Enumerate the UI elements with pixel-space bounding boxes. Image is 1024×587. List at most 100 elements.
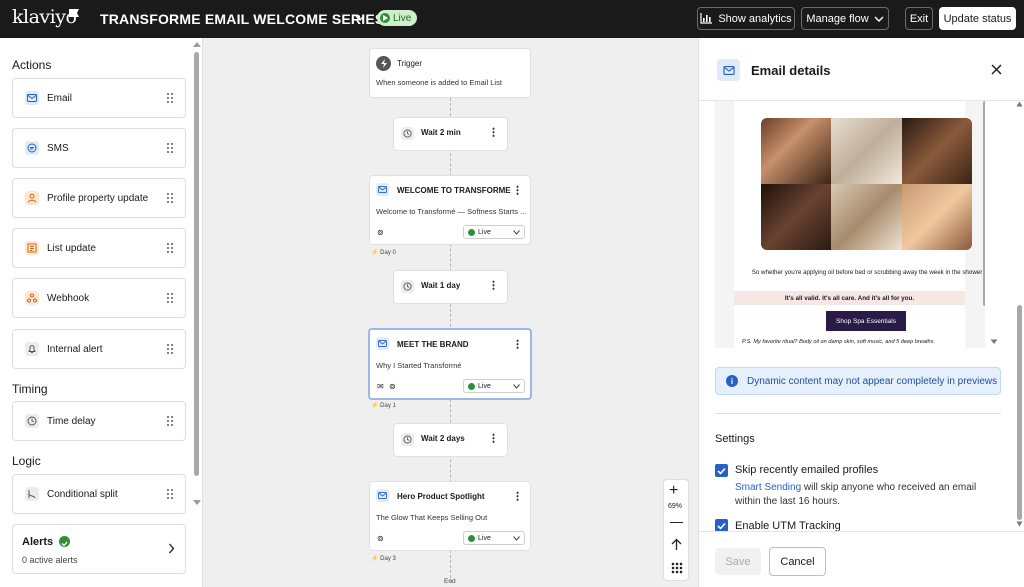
list-icon — [25, 241, 39, 255]
drag-handle-icon[interactable] — [166, 415, 174, 427]
zoom-out-icon[interactable] — [670, 522, 683, 524]
sidebar-item-webhook[interactable]: Webhook — [12, 278, 186, 318]
sidebar-item-sms[interactable]: SMS — [12, 128, 186, 168]
mail-icon: ✉ — [377, 382, 384, 391]
manage-flow-button[interactable]: Manage flow — [801, 7, 889, 30]
preview-scrollbar[interactable] — [983, 101, 985, 306]
sidebar-item-profile-property-update[interactable]: Profile property update — [12, 178, 186, 218]
scroll-up-arrow[interactable] — [1016, 101, 1023, 107]
scroll-down-arrow[interactable] — [990, 339, 998, 345]
email-node[interactable]: WELCOME TO TRANSFORME Welcome to Transfo… — [369, 175, 531, 245]
end-label: End — [444, 578, 456, 585]
skip-recently-emailed-label: Skip recently emailed profiles — [735, 464, 879, 476]
more-options-icon[interactable] — [492, 433, 495, 443]
email-status-dropdown[interactable]: Live — [463, 531, 525, 545]
email-node[interactable]: Hero Product Spotlight The Glow That Kee… — [369, 481, 531, 551]
sidebar-scrollbar[interactable] — [194, 52, 199, 476]
sidebar-item-internal-alert[interactable]: Internal alert — [12, 329, 186, 369]
components-sidebar: Actions Email SMS Profile property updat… — [0, 38, 203, 587]
email-status-label: Live — [478, 534, 491, 542]
flow-status-badge: Live — [377, 10, 418, 26]
email-status-dropdown[interactable]: Live — [463, 225, 525, 239]
wait-node[interactable]: Wait 2 min — [393, 117, 508, 151]
alerts-card[interactable]: Alerts 0 active alerts — [12, 524, 186, 574]
sidebar-item-label: Email — [47, 92, 73, 104]
sidebar-item-email[interactable]: Email — [12, 78, 186, 118]
more-options-icon[interactable] — [492, 127, 495, 137]
show-analytics-button[interactable]: Show analytics — [697, 7, 795, 30]
arrow-up-icon[interactable] — [670, 538, 683, 551]
sidebar-item-list-update[interactable]: List update — [12, 228, 186, 268]
timing-heading: Timing — [12, 382, 48, 396]
more-options-icon[interactable] — [516, 185, 519, 195]
zoom-in-icon[interactable]: + — [669, 482, 678, 500]
panel-scrollbar[interactable] — [1017, 305, 1022, 520]
skip-recently-emailed-checkbox[interactable] — [715, 464, 728, 477]
shop-spa-essentials-button[interactable]: Shop Spa Essentials — [826, 311, 906, 331]
email-preview[interactable]: So whether you're applying oil before be… — [715, 101, 985, 348]
chevron-right-icon — [168, 543, 175, 554]
link-icon: ⊚ — [377, 534, 384, 543]
lightning-icon — [376, 56, 391, 71]
klaviyo-logo[interactable]: klaviyo — [12, 6, 77, 28]
link-icon: ⊚ — [377, 228, 384, 237]
logic-heading: Logic — [12, 454, 41, 468]
manage-flow-label: Manage flow — [806, 12, 869, 25]
exit-button[interactable]: Exit — [905, 7, 933, 30]
exit-label: Exit — [909, 12, 929, 25]
drag-handle-icon[interactable] — [166, 343, 174, 355]
scroll-down-arrow[interactable] — [1016, 521, 1023, 527]
info-icon: i — [726, 375, 738, 387]
actions-heading: Actions — [12, 58, 52, 72]
smart-sending-link[interactable]: Smart Sending — [735, 482, 801, 493]
clock-icon — [401, 280, 414, 293]
chevron-down-icon[interactable] — [354, 12, 366, 24]
scroll-down-arrow[interactable] — [193, 500, 201, 505]
flow-canvas[interactable]: Trigger When someone is added to Email L… — [203, 38, 698, 587]
email-icon — [376, 489, 389, 502]
drag-handle-icon[interactable] — [166, 192, 174, 204]
flow-title[interactable]: TRANSFORME EMAIL WELCOME SERIES — [100, 11, 384, 27]
sidebar-item-conditional-split[interactable]: Conditional split — [12, 474, 186, 514]
more-options-icon[interactable] — [492, 280, 495, 290]
bar-chart-icon — [700, 13, 713, 24]
chevron-down-icon — [513, 536, 520, 541]
save-button[interactable]: Save — [715, 548, 761, 575]
day-label-text: Day 0 — [380, 250, 396, 256]
info-text: Dynamic content may not appear completel… — [747, 375, 998, 387]
sidebar-item-label: SMS — [47, 142, 69, 154]
split-icon — [25, 487, 39, 501]
email-node-subject: The Glow That Keeps Selling Out — [376, 513, 488, 522]
grid-icon[interactable] — [671, 562, 683, 574]
drag-handle-icon[interactable] — [166, 292, 174, 304]
preview-text-1: So whether you're applying oil before be… — [751, 269, 983, 276]
drag-handle-icon[interactable] — [166, 488, 174, 500]
sidebar-item-time-delay[interactable]: Time delay — [12, 401, 186, 441]
close-icon[interactable] — [991, 64, 1002, 75]
settings-heading: Settings — [715, 433, 755, 445]
clock-icon — [25, 414, 39, 428]
email-node-subject: Welcome to Transformé — Softness Starts … — [376, 207, 527, 216]
scroll-up-arrow[interactable] — [193, 42, 201, 47]
sms-icon — [25, 141, 39, 155]
wait-node[interactable]: Wait 2 days — [393, 423, 508, 457]
wait-node[interactable]: Wait 1 day — [393, 270, 508, 304]
trigger-node[interactable]: Trigger When someone is added to Email L… — [369, 48, 531, 98]
email-node-selected[interactable]: MEET THE BRAND Why I Started Transformé … — [368, 328, 532, 400]
email-icon — [25, 91, 39, 105]
preview-text-2: It's all valid. It's all care. And it's … — [734, 291, 965, 305]
drag-handle-icon[interactable] — [166, 242, 174, 254]
email-status-dropdown[interactable]: Live — [463, 379, 525, 393]
email-icon — [376, 337, 389, 350]
cancel-button[interactable]: Cancel — [769, 547, 826, 576]
drag-handle-icon[interactable] — [166, 92, 174, 104]
more-options-icon[interactable] — [516, 339, 519, 349]
email-preview-body: So whether you're applying oil before be… — [734, 101, 982, 348]
sidebar-item-label: Profile property update — [47, 192, 149, 204]
lightning-icon: ⚡ — [371, 403, 379, 409]
check-circle-icon — [59, 536, 70, 547]
update-status-button[interactable]: Update status — [939, 7, 1016, 30]
more-options-icon[interactable] — [516, 491, 519, 501]
drag-handle-icon[interactable] — [166, 142, 174, 154]
chevron-down-icon — [874, 16, 884, 22]
